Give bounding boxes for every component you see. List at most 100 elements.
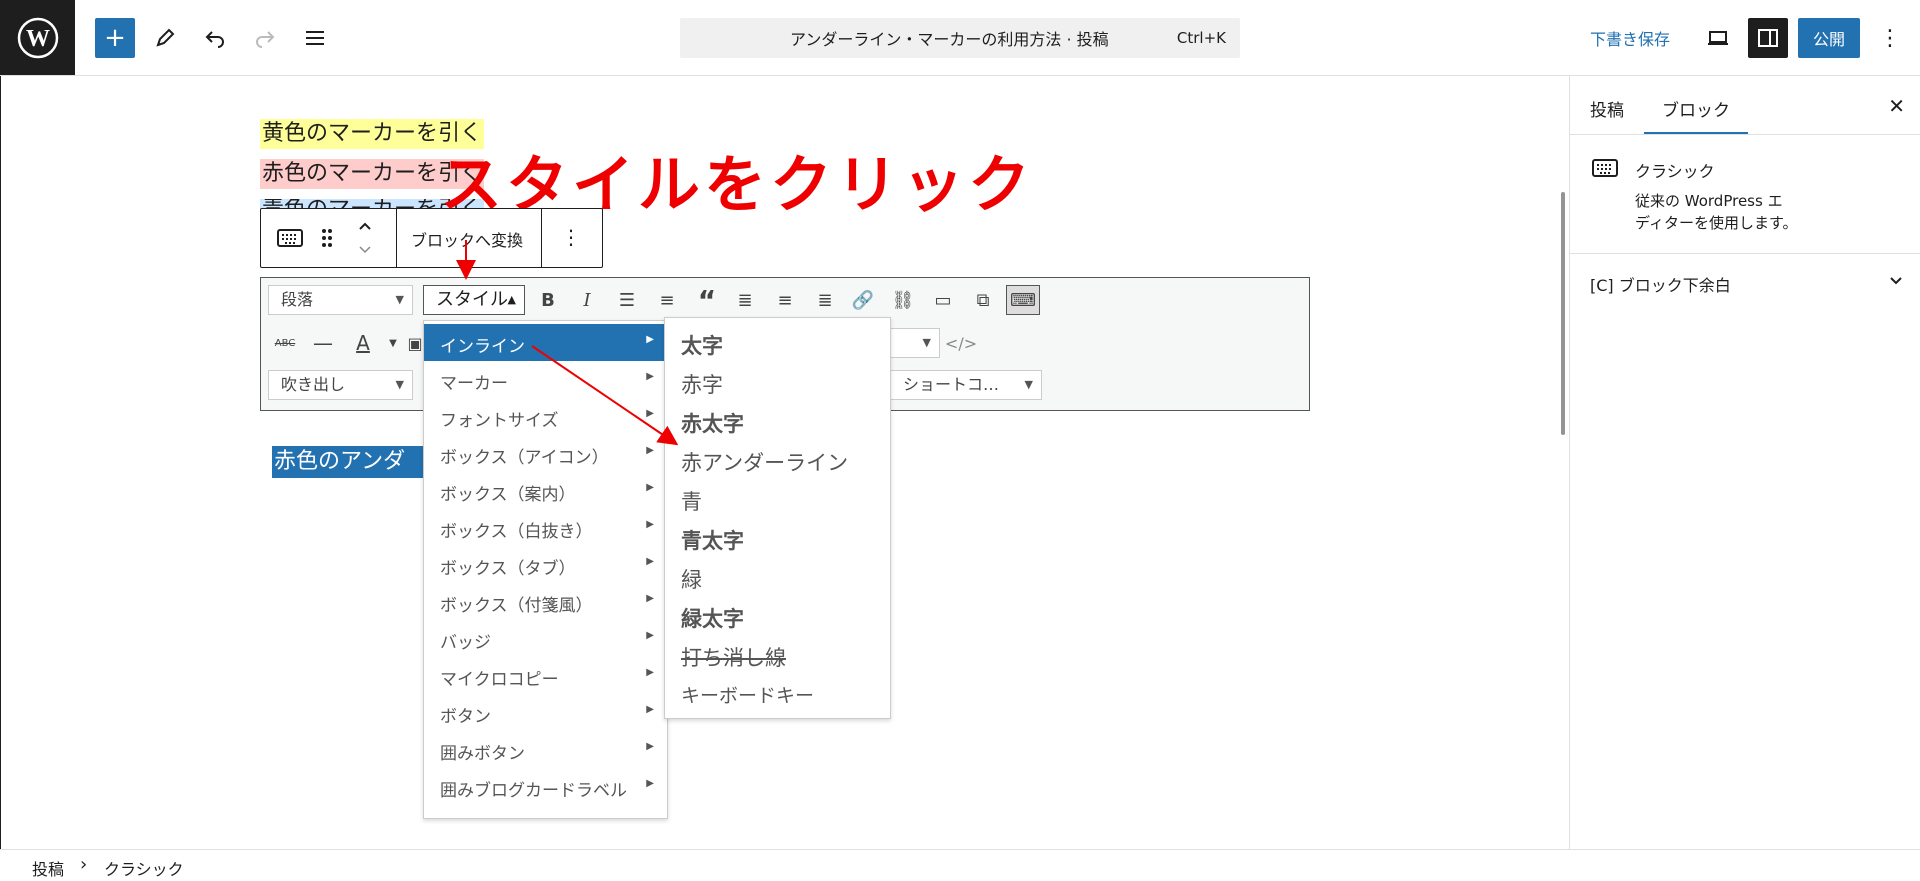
transform-block-button[interactable]: ブロックへ変換	[411, 227, 523, 251]
menu-item-label: 囲みボタン	[440, 744, 525, 764]
balloon-select[interactable]: 吹き出し ▼	[268, 370, 413, 400]
bold-icon[interactable]: B	[533, 285, 563, 315]
document-overview-button[interactable]	[295, 18, 335, 58]
options-more-icon[interactable]: ⋮	[1870, 18, 1910, 58]
breadcrumb-post[interactable]: 投稿	[32, 856, 64, 880]
divider	[396, 209, 397, 267]
menu-item-box-tab[interactable]: ボックス（タブ） ▶	[424, 546, 667, 583]
divider	[1570, 134, 1920, 135]
close-icon[interactable]: ✕	[1888, 94, 1905, 118]
submenu-item-blue[interactable]: 青	[681, 486, 702, 516]
menu-item-box-guide[interactable]: ボックス（案内） ▶	[424, 472, 667, 509]
menu-item-enclosed-button[interactable]: 囲みボタン ▶	[424, 731, 667, 768]
tools-pencil-button[interactable]	[145, 18, 185, 58]
menu-item-box-icon[interactable]: ボックス（アイコン） ▶	[424, 435, 667, 472]
align-right-icon[interactable]: ≣	[810, 285, 840, 315]
caret-down-icon: ▼	[1024, 378, 1033, 391]
submenu-item-red-bold[interactable]: 赤太字	[681, 408, 744, 438]
editor-header: W + アンダーライン・マーカーの利用方法 · 投稿 Ctrl+K 下書き保存 …	[0, 0, 1920, 76]
read-more-icon[interactable]: ▭	[928, 285, 958, 315]
panel-block-margin[interactable]: [C] ブロック下余白	[1570, 254, 1920, 308]
submenu-item-green[interactable]: 緑	[681, 564, 702, 594]
undo-button[interactable]	[195, 18, 235, 58]
menu-item-label: ボックス（タブ）	[440, 559, 576, 579]
horizontal-line-icon[interactable]: —	[308, 328, 338, 358]
submenu-item-green-bold[interactable]: 緑太字	[681, 603, 744, 633]
menu-item-blogcard-label[interactable]: 囲みブログカードラベル ▶	[424, 768, 667, 805]
format-select[interactable]: 段落 ▼	[268, 285, 413, 315]
move-up-down-icon[interactable]	[357, 221, 373, 255]
menu-item-label: 囲みブログカードラベル	[440, 781, 627, 801]
menu-item-font-size[interactable]: フォントサイズ ▶	[424, 398, 667, 435]
breadcrumb: 投稿 › クラシック	[0, 849, 1920, 881]
shortcode-select[interactable]: ショートコ… ▼	[890, 370, 1042, 400]
blockquote-icon[interactable]: “	[692, 284, 722, 317]
menu-item-box-sticky[interactable]: ボックス（付箋風） ▶	[424, 583, 667, 620]
menu-item-label: マイクロコピー	[440, 670, 559, 690]
menu-item-badge[interactable]: バッジ ▶	[424, 620, 667, 657]
shortcut-hint: Ctrl+K	[1176, 29, 1226, 47]
text-color-icon[interactable]: A	[348, 328, 378, 358]
selected-text[interactable]: 赤色のアンダーライン	[272, 446, 426, 478]
menu-item-inline[interactable]: インライン ▶	[424, 324, 667, 361]
balloon-select-value: 吹き出し	[281, 375, 346, 394]
drag-handle-icon[interactable]	[321, 228, 333, 248]
menu-item-label: ボタン	[440, 707, 491, 727]
submenu-item-red[interactable]: 赤字	[681, 369, 723, 399]
list-view-icon	[306, 31, 324, 45]
menu-item-microcopy[interactable]: マイクロコピー ▶	[424, 657, 667, 694]
caret-right-icon: ▶	[646, 704, 654, 715]
command-palette-bar[interactable]: アンダーライン・マーカーの利用方法 · 投稿 Ctrl+K	[680, 18, 1240, 58]
caret-up-icon: ▲	[507, 293, 516, 306]
align-left-icon[interactable]: ≣	[730, 285, 760, 315]
strikethrough-icon[interactable]: ABC	[270, 328, 300, 358]
code-icon[interactable]: </>	[945, 328, 977, 358]
submenu-item-red-underline[interactable]: 赤アンダーライン	[681, 447, 848, 477]
editor-scrollbar[interactable]	[1561, 192, 1565, 435]
block-options-icon[interactable]: ⋮	[561, 225, 581, 249]
toolbar-extra-icon[interactable]: ⧉	[968, 285, 998, 315]
bulleted-list-icon[interactable]: ☰	[612, 285, 642, 315]
submenu-item-blue-bold[interactable]: 青太字	[681, 525, 744, 555]
caret-right-icon: ▶	[646, 556, 654, 567]
caret-right-icon: ▶	[646, 334, 654, 345]
settings-sidebar-toggle[interactable]	[1748, 18, 1788, 58]
tab-post[interactable]: 投稿	[1590, 96, 1624, 121]
caret-down-icon: ▼	[395, 378, 404, 391]
document-title: アンダーライン・マーカーの利用方法 · 投稿	[790, 30, 1109, 49]
preview-button[interactable]	[1698, 18, 1738, 58]
toolbar-toggle-icon[interactable]: ⌨	[1006, 285, 1040, 315]
menu-item-marker[interactable]: マーカー ▶	[424, 361, 667, 398]
caret-right-icon: ▶	[646, 371, 654, 382]
style-dropdown-menu: インライン ▶ マーカー ▶ フォントサイズ ▶ ボックス（アイコン） ▶ ボックス（案…	[423, 320, 668, 819]
menu-item-label: インライン	[440, 337, 525, 357]
submenu-item-bold[interactable]: 太字	[681, 330, 723, 360]
caret-down-icon: ▼	[922, 336, 931, 349]
chevron-right-icon: ›	[80, 854, 88, 875]
wordpress-logo-button[interactable]: W	[0, 0, 75, 75]
breadcrumb-classic[interactable]: クラシック	[104, 856, 184, 880]
menu-item-button[interactable]: ボタン ▶	[424, 694, 667, 731]
publish-button[interactable]: 公開	[1798, 18, 1860, 58]
yellow-marker-line[interactable]: 黄色のマーカーを引く	[260, 119, 485, 149]
link-icon[interactable]: 🔗	[848, 285, 878, 315]
submenu-item-strikethrough[interactable]: 打ち消し線	[681, 642, 786, 672]
tab-block[interactable]: ブロック	[1662, 96, 1730, 121]
italic-icon[interactable]: I	[572, 285, 602, 315]
pencil-icon	[156, 28, 175, 47]
align-center-icon[interactable]: ≡	[770, 285, 800, 315]
menu-item-label: バッジ	[440, 633, 491, 653]
numbered-list-icon[interactable]: ≡	[652, 285, 682, 315]
block-card-description-2: ディターを使用します。	[1635, 214, 1798, 232]
redo-button[interactable]	[245, 18, 285, 58]
add-block-button[interactable]: +	[95, 18, 135, 58]
submenu-item-keyboard-key[interactable]: キーボードキー	[681, 681, 814, 708]
unlink-icon[interactable]: ⛓	[888, 285, 918, 315]
save-draft-button[interactable]: 下書き保存	[1590, 26, 1670, 50]
keyboard-icon[interactable]	[277, 229, 303, 247]
keyboard-icon	[1592, 159, 1618, 177]
menu-item-box-outline[interactable]: ボックス（白抜き） ▶	[424, 509, 667, 546]
style-select[interactable]: スタイル ▲	[423, 285, 525, 315]
block-toolbar: ブロックへ変換 ⋮	[260, 208, 603, 268]
settings-sidebar: 投稿 ブロック ✕ クラシック 従来の WordPress エ ディターを使用し…	[1569, 76, 1920, 849]
